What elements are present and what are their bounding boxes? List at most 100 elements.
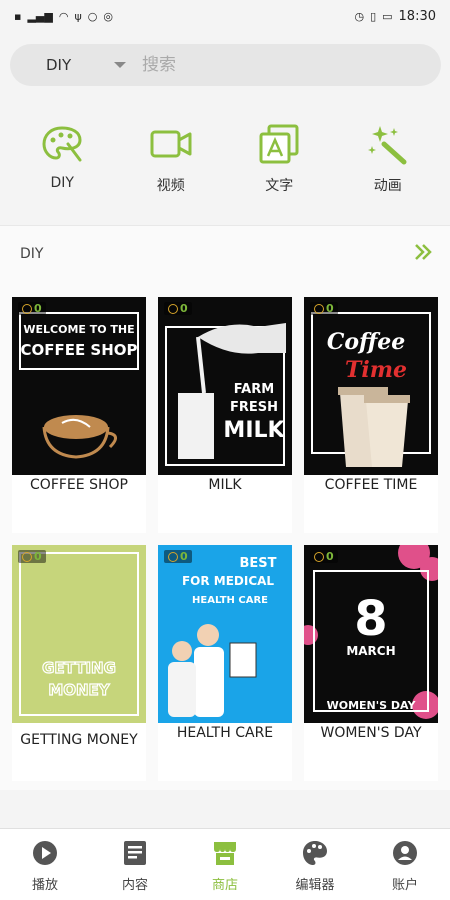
template-title: COFFEE TIME xyxy=(324,477,418,493)
tab-label: 播放 xyxy=(31,878,58,893)
getting-money-artwork: GETTING MONEY xyxy=(19,552,139,716)
signal-icon: ▂▄▆ xyxy=(27,9,53,23)
category-label: 动画 xyxy=(373,178,402,194)
shield-icon: ◎ xyxy=(103,9,113,23)
play-icon xyxy=(33,841,57,865)
user-icon xyxy=(393,841,417,865)
template-title: GETTING MONEY xyxy=(20,732,138,748)
status-icons-right: ◷ ▯ ▭ 18:30 xyxy=(354,9,436,24)
coffee-shop-artwork: WELCOME TO THE COFFEE SHOP xyxy=(19,312,139,459)
category-row: DIY 视频 文字 动画 xyxy=(0,108,450,208)
art-line: WELCOME TO THE xyxy=(23,323,134,336)
notification-icon: ▪ xyxy=(14,9,22,23)
usb-icon: ψ xyxy=(74,9,82,23)
template-card[interactable]: BEST FOR MEDICAL HEALTH CARE 0 HEALTH CA… xyxy=(158,545,292,781)
coin-icon xyxy=(22,303,32,314)
category-animation[interactable]: 动画 xyxy=(343,108,433,208)
coin-count: 0 xyxy=(180,550,188,563)
art-line: Time xyxy=(345,357,407,383)
tab-label: 内容 xyxy=(121,878,148,893)
search-input[interactable] xyxy=(142,55,392,75)
coin-badge: 0 xyxy=(164,302,192,315)
art-line: GETTING xyxy=(42,659,116,677)
art-line: FRESH xyxy=(230,400,278,415)
coin-icon xyxy=(168,551,178,562)
category-label: DIY xyxy=(50,175,74,191)
category-label: 文字 xyxy=(265,178,294,194)
document-icon xyxy=(124,841,146,865)
template-title: HEALTH CARE xyxy=(176,725,274,741)
template-card[interactable]: GETTING MONEY 0 GETTING MONEY xyxy=(12,545,146,781)
coin-icon xyxy=(314,551,324,562)
section-title: DIY xyxy=(20,246,44,262)
coin-count: 0 xyxy=(34,550,42,563)
category-text[interactable]: 文字 xyxy=(234,108,324,208)
art-line: COFFEE SHOP xyxy=(20,341,137,359)
template-thumbnail: Coffee Time xyxy=(304,297,438,475)
tab-play[interactable]: 播放 xyxy=(0,829,90,900)
battery-icon: ▭ xyxy=(382,9,393,23)
alarm-icon: ◷ xyxy=(354,9,365,23)
template-card[interactable]: 8 MARCH WOMEN'S DAY 0 WOMEN'S DAY xyxy=(304,545,438,781)
coin-icon xyxy=(22,551,32,562)
coffee-time-artwork: Coffee Time xyxy=(311,312,431,467)
template-title: WOMEN'S DAY xyxy=(320,725,422,741)
double-chevron-right-icon[interactable] xyxy=(412,241,434,263)
vibrate-icon: ▯ xyxy=(370,9,377,23)
art-line: BEST xyxy=(239,556,276,571)
art-line: HEALTH CARE xyxy=(192,595,268,606)
template-thumbnail: 8 MARCH WOMEN'S DAY xyxy=(304,545,438,723)
tab-account[interactable]: 账户 xyxy=(360,829,450,900)
tab-label: 账户 xyxy=(391,878,418,893)
art-line: FARM xyxy=(234,382,274,397)
sparkle-wand-icon xyxy=(367,126,407,165)
coin-count: 0 xyxy=(34,302,42,315)
coin-count: 0 xyxy=(326,302,334,315)
art-line: FOR MEDICAL xyxy=(182,574,274,588)
status-bar: ▪ ▂▄▆ ◠ ψ ○ ◎ ◷ ▯ ▭ 18:30 xyxy=(0,0,450,32)
category-video[interactable]: 视频 xyxy=(126,108,216,208)
coin-icon xyxy=(168,303,178,314)
video-icon xyxy=(150,130,192,158)
search-filter-dropdown[interactable]: DIY xyxy=(46,56,114,74)
search-bar: DIY xyxy=(10,44,441,86)
art-line: MARCH xyxy=(346,644,395,658)
divider xyxy=(0,790,450,828)
chevron-down-icon[interactable] xyxy=(114,62,126,68)
womens-day-artwork: 8 MARCH WOMEN'S DAY xyxy=(304,545,438,719)
art-line: MILK xyxy=(223,418,285,443)
template-card[interactable]: Coffee Time 0 COFFEE TIME xyxy=(304,297,438,533)
status-icons-left: ▪ ▂▄▆ ◠ ψ ○ ◎ xyxy=(14,11,113,22)
tab-label: 商店 xyxy=(211,878,238,893)
art-line: 8 xyxy=(354,591,387,647)
category-diy[interactable]: DIY xyxy=(17,108,107,208)
tab-content[interactable]: 内容 xyxy=(90,829,180,900)
store-icon xyxy=(214,842,236,865)
template-thumbnail: BEST FOR MEDICAL HEALTH CARE xyxy=(158,545,292,723)
category-label: 视频 xyxy=(156,178,185,194)
text-icon xyxy=(259,124,299,164)
palette-icon xyxy=(42,126,82,162)
coin-badge: 0 xyxy=(164,550,192,563)
coin-badge: 0 xyxy=(18,302,46,315)
template-thumbnail: WELCOME TO THE COFFEE SHOP xyxy=(12,297,146,475)
coin-badge: 0 xyxy=(18,550,46,563)
tab-store[interactable]: 商店 xyxy=(180,829,270,900)
coin-count: 0 xyxy=(326,550,334,563)
milk-artwork: FARM FRESH MILK xyxy=(165,323,286,466)
template-title: MILK xyxy=(208,477,242,493)
status-time: 18:30 xyxy=(398,8,436,24)
health-care-artwork: BEST FOR MEDICAL HEALTH CARE xyxy=(168,556,277,717)
bottom-tab-bar: 播放 内容 商店 编辑器 账户 xyxy=(0,828,450,900)
diy-section: DIY WELCOME TO THE COFFEE SHOP 0 COFFEE … xyxy=(0,225,450,790)
wifi-icon: ◠ xyxy=(58,9,69,23)
coin-icon xyxy=(314,303,324,314)
template-card[interactable]: FARM FRESH MILK 0 MILK xyxy=(158,297,292,533)
template-card[interactable]: WELCOME TO THE COFFEE SHOP 0 COFFEE SHOP xyxy=(12,297,146,533)
template-thumbnail: GETTING MONEY xyxy=(12,545,146,723)
app-icon: ○ xyxy=(87,9,98,23)
tab-editor[interactable]: 编辑器 xyxy=(270,829,360,900)
art-line: WOMEN'S DAY xyxy=(327,699,417,712)
palette-icon xyxy=(303,841,327,865)
tab-label: 编辑器 xyxy=(295,878,335,893)
